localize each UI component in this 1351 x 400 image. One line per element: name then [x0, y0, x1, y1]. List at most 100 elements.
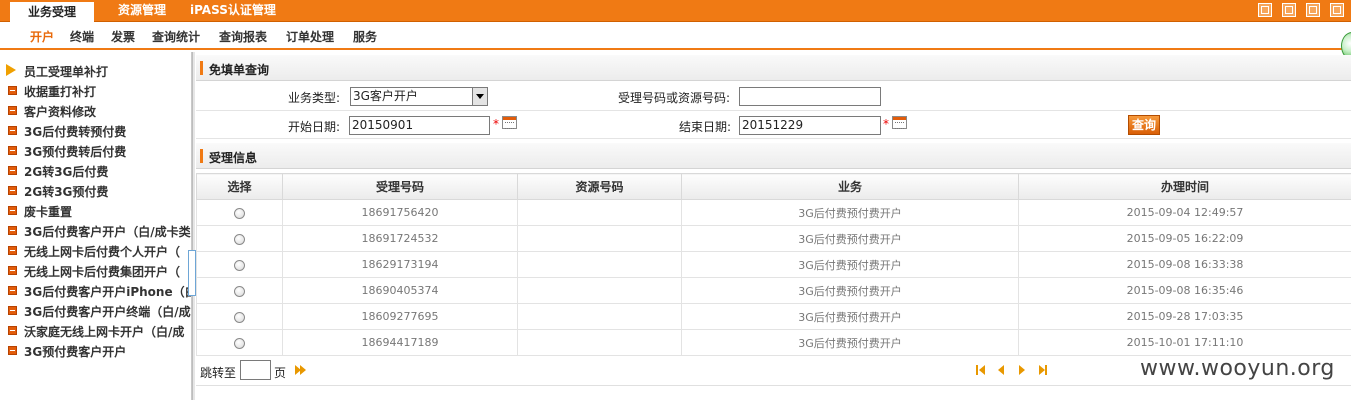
- minus-square-icon: [8, 206, 17, 215]
- page-unit-label: 页: [274, 366, 287, 380]
- sub-nav: 开户 终端 发票 查询统计 查询报表 订单处理 服务: [0, 22, 1351, 50]
- business-type-label: 业务类型:: [288, 91, 341, 105]
- minus-square-icon: [8, 166, 17, 175]
- table-row: 18691724532 3G后付费预付费开户 2015-09-05 16:22:…: [196, 225, 1351, 252]
- arrow-right-icon: [6, 64, 16, 76]
- minus-square-icon: [8, 326, 17, 335]
- query-row-2: 开始日期: 20150901 * 结束日期: 20151229 * 查询: [196, 111, 1351, 139]
- cell-business: 3G后付费预付费开户: [681, 225, 1019, 252]
- required-mark: *: [883, 117, 889, 131]
- minus-square-icon: [8, 306, 17, 315]
- subnav-query-report[interactable]: 查询报表: [219, 28, 267, 45]
- table-row: 18609277695 3G后付费预付费开户 2015-09-28 17:03:…: [196, 303, 1351, 330]
- start-date-label: 开始日期:: [288, 120, 341, 134]
- table-header-row: 选择 受理号码 资源号码 业务 办理时间: [196, 173, 1351, 200]
- end-date-label: 结束日期:: [679, 120, 732, 134]
- row-radio[interactable]: [234, 285, 245, 297]
- row-radio[interactable]: [234, 207, 245, 219]
- business-type-value: 3G客户开户: [353, 89, 418, 103]
- cell-business: 3G后付费预付费开户: [681, 199, 1019, 226]
- minus-square-icon: [8, 266, 17, 275]
- query-section-header: 免填单查询: [196, 55, 1351, 81]
- cell-business: 3G后付费预付费开户: [681, 329, 1019, 356]
- top-tab-ipass[interactable]: iPASS认证管理: [190, 0, 276, 22]
- start-date-input[interactable]: 20150901: [349, 116, 490, 135]
- calendar-icon[interactable]: [502, 116, 517, 129]
- splitter-handle[interactable]: [188, 250, 196, 296]
- minus-square-icon: [8, 106, 17, 115]
- cell-time: 2015-09-08 16:33:38: [1018, 251, 1351, 278]
- business-type-select[interactable]: 3G客户开户: [350, 87, 488, 106]
- cell-resource: [517, 277, 682, 304]
- cell-business: 3G后付费预付费开户: [681, 277, 1019, 304]
- subnav-service[interactable]: 服务: [353, 28, 377, 45]
- row-radio[interactable]: [234, 311, 245, 323]
- subnav-invoice[interactable]: 发票: [111, 28, 135, 45]
- cell-resource: [517, 329, 682, 356]
- subnav-order[interactable]: 订单处理: [286, 28, 334, 45]
- cell-resource: [517, 225, 682, 252]
- info-section-title: 受理信息: [209, 151, 258, 165]
- cell-number: 18691756420: [282, 199, 518, 226]
- minus-square-icon: [8, 286, 17, 295]
- subnav-open-account[interactable]: 开户: [30, 28, 54, 45]
- subnav-terminal[interactable]: 终端: [70, 28, 94, 45]
- required-mark: *: [493, 117, 499, 131]
- layout-icon[interactable]: [1258, 3, 1272, 17]
- top-tab-business[interactable]: 业务受理: [10, 0, 94, 22]
- query-row-1: 业务类型: 3G客户开户 受理号码或资源号码:: [196, 83, 1351, 111]
- row-radio[interactable]: [234, 233, 245, 245]
- table-row: 18629173194 3G后付费预付费开户 2015-09-08 16:33:…: [196, 251, 1351, 278]
- minus-square-icon: [8, 126, 17, 135]
- table-row: 18691756420 3G后付费预付费开户 2015-09-04 12:49:…: [196, 199, 1351, 226]
- prev-page-icon[interactable]: [998, 365, 1004, 375]
- table-row: 18690405374 3G后付费预付费开户 2015-09-08 16:35:…: [196, 277, 1351, 304]
- cell-number: 18694417189: [282, 329, 518, 356]
- section-marker: [200, 149, 203, 163]
- cell-number: 18691724532: [282, 225, 518, 252]
- minus-square-icon: [8, 186, 17, 195]
- cell-business: 3G后付费预付费开户: [681, 303, 1019, 330]
- cell-resource: [517, 199, 682, 226]
- chevron-down-icon[interactable]: [472, 88, 487, 105]
- query-section-title: 免填单查询: [209, 63, 270, 77]
- page-input[interactable]: [240, 360, 271, 380]
- column-resource: 资源号码: [517, 173, 682, 200]
- cell-number: 18609277695: [282, 303, 518, 330]
- cell-number: 18629173194: [282, 251, 518, 278]
- jump-label: 跳转至: [200, 366, 237, 380]
- grid-icon[interactable]: [1330, 3, 1344, 17]
- number-input[interactable]: [739, 87, 881, 106]
- row-radio[interactable]: [234, 337, 245, 349]
- sidebar-splitter[interactable]: [192, 52, 195, 400]
- minus-square-icon: [8, 226, 17, 235]
- column-number: 受理号码: [282, 173, 518, 200]
- minus-square-icon: [8, 246, 17, 255]
- end-date-input[interactable]: 20151229: [739, 116, 881, 135]
- column-select: 选择: [196, 173, 283, 200]
- query-button[interactable]: 查询: [1128, 115, 1160, 135]
- cell-time: 2015-09-08 16:35:46: [1018, 277, 1351, 304]
- info-section-header: 受理信息: [196, 143, 1351, 169]
- window-icon[interactable]: [1282, 3, 1296, 17]
- cell-business: 3G后付费预付费开户: [681, 251, 1019, 278]
- restore-icon[interactable]: [1306, 3, 1320, 17]
- cell-time: 2015-09-28 17:03:35: [1018, 303, 1351, 330]
- top-tab-resource[interactable]: 资源管理: [118, 0, 166, 22]
- number-label: 受理号码或资源号码:: [618, 91, 731, 105]
- minus-square-icon: [8, 346, 17, 355]
- subnav-query-stats[interactable]: 查询统计: [152, 28, 200, 45]
- cell-time: 2015-10-01 17:11:10: [1018, 329, 1351, 356]
- calendar-icon[interactable]: [892, 116, 907, 129]
- next-page-icon[interactable]: [1019, 365, 1025, 375]
- minus-square-icon: [8, 86, 17, 95]
- cell-time: 2015-09-05 16:22:09: [1018, 225, 1351, 252]
- column-business: 业务: [681, 173, 1019, 200]
- minus-square-icon: [8, 146, 17, 155]
- cell-resource: [517, 303, 682, 330]
- column-time: 办理时间: [1018, 173, 1351, 200]
- cell-time: 2015-09-04 12:49:57: [1018, 199, 1351, 226]
- records-table: 选择 受理号码 资源号码 业务 办理时间 18691756420 3G后付费预付…: [196, 173, 1351, 356]
- top-bar: 业务受理 资源管理 iPASS认证管理: [0, 0, 1351, 22]
- row-radio[interactable]: [234, 259, 245, 271]
